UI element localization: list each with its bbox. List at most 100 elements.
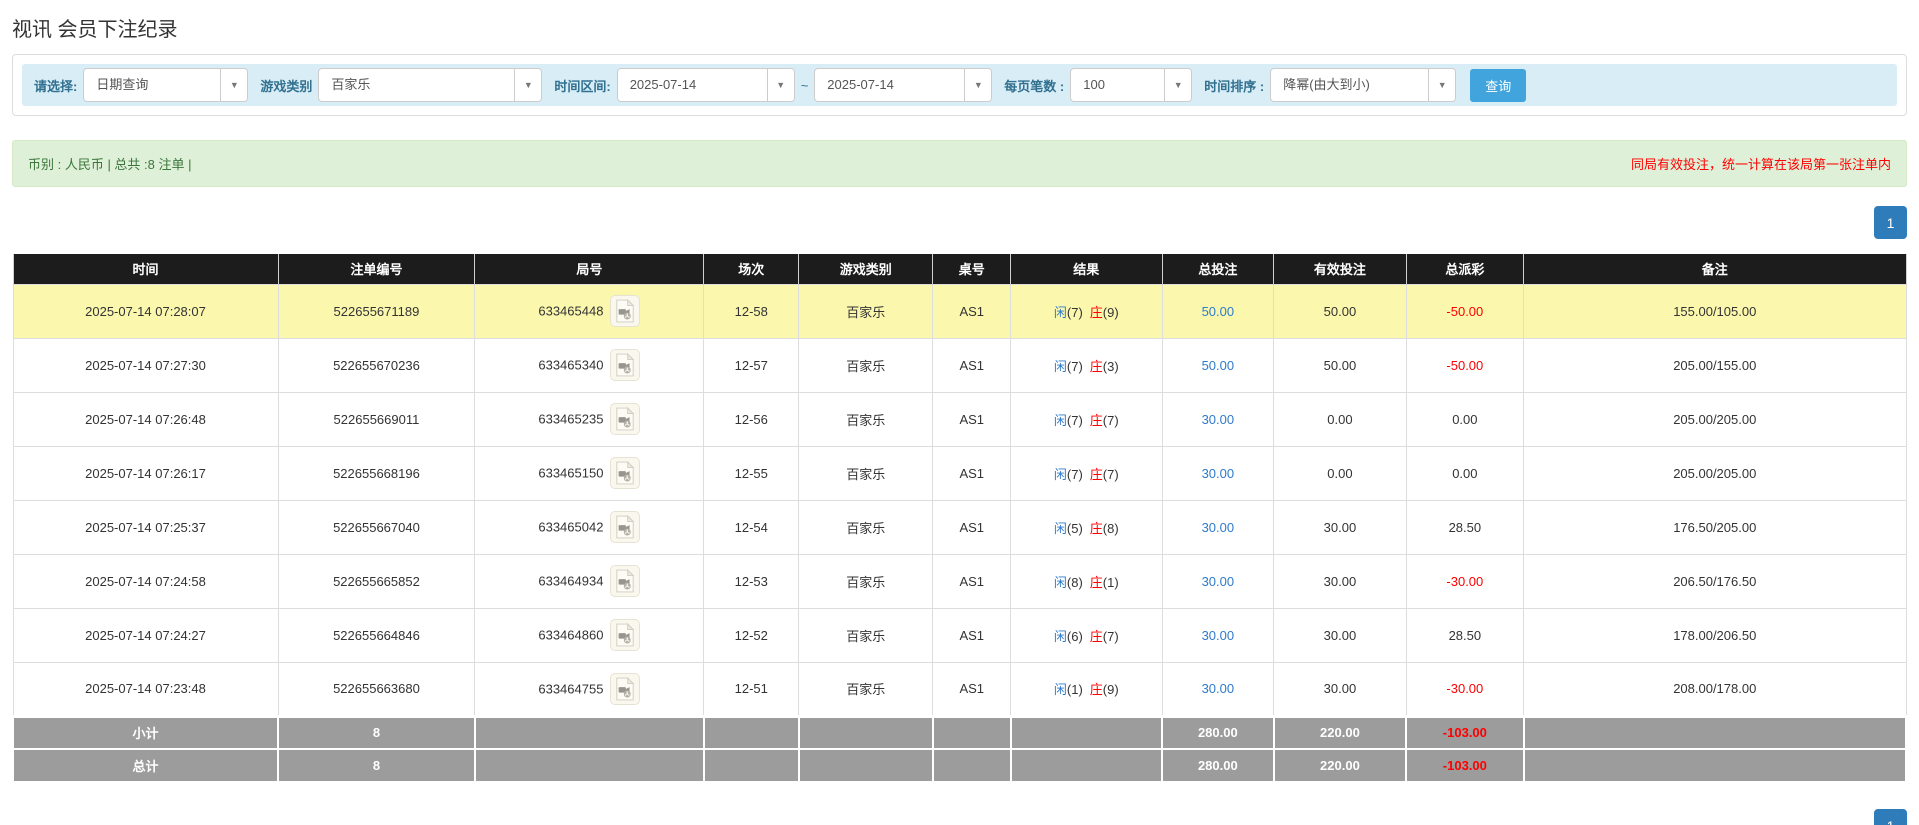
cell-total-bet: 30.00 xyxy=(1162,662,1274,716)
search-button[interactable]: 查询 xyxy=(1470,69,1526,102)
col-time: 时间 xyxy=(13,254,278,284)
table-body: 2025-07-14 07:28:07 522655671189 6334654… xyxy=(13,284,1906,716)
table-row: 2025-07-14 07:25:37 522655667040 6334650… xyxy=(13,500,1906,554)
chevron-down-icon: ▼ xyxy=(1428,69,1455,101)
pagination-top: 1 xyxy=(12,206,1907,239)
bet-records-table: 时间 注单编号 局号 场次 游戏类别 桌号 结果 总投注 有效投注 总派彩 备注… xyxy=(12,254,1907,783)
sort-order-value: 降幂(由大到小) xyxy=(1271,69,1428,101)
cell-time: 2025-07-14 07:23:48 xyxy=(13,662,278,716)
time-range-label: 时间区间: xyxy=(554,76,610,95)
total-bet-link[interactable]: 50.00 xyxy=(1202,358,1235,373)
total-payout: -103.00 xyxy=(1406,749,1523,782)
cell-total-bet: 50.00 xyxy=(1162,338,1274,392)
total-bet-link[interactable]: 30.00 xyxy=(1202,574,1235,589)
video-file-icon[interactable] xyxy=(610,511,640,543)
cell-total-bet: 30.00 xyxy=(1162,554,1274,608)
subtotal-payout: -103.00 xyxy=(1406,716,1523,749)
cell-bet-id: 522655667040 xyxy=(278,500,475,554)
chevron-down-icon: ▼ xyxy=(514,69,541,101)
video-file-icon[interactable] xyxy=(610,349,640,381)
date-from-select[interactable]: 2025-07-14 ▼ xyxy=(617,68,795,102)
table-row: 2025-07-14 07:28:07 522655671189 6334654… xyxy=(13,284,1906,338)
filter-bar: 请选择: 日期查询 ▼ 游戏类别 百家乐 ▼ 时间区间: 2025-07-14 … xyxy=(22,64,1897,106)
query-type-select[interactable]: 日期查询 ▼ xyxy=(83,68,248,102)
cell-result: 闲(7)庄(9) xyxy=(1011,284,1162,338)
col-round-id: 局号 xyxy=(475,254,704,284)
cell-bet-id: 522655665852 xyxy=(278,554,475,608)
total-total-bet: 280.00 xyxy=(1162,749,1274,782)
total-bet-link[interactable]: 30.00 xyxy=(1202,628,1235,643)
cell-session: 12-58 xyxy=(704,284,799,338)
total-bet-link[interactable]: 30.00 xyxy=(1202,520,1235,535)
cell-table-no: AS1 xyxy=(933,662,1011,716)
total-valid-bet: 220.00 xyxy=(1274,749,1407,782)
video-file-icon[interactable] xyxy=(610,565,640,597)
col-payout: 总派彩 xyxy=(1406,254,1523,284)
cell-remark: 208.00/178.00 xyxy=(1524,662,1906,716)
video-file-icon[interactable] xyxy=(610,457,640,489)
total-bet-link[interactable]: 30.00 xyxy=(1202,412,1235,427)
video-file-icon[interactable] xyxy=(610,403,640,435)
cell-result: 闲(7)庄(3) xyxy=(1011,338,1162,392)
subtotal-total-bet: 280.00 xyxy=(1162,716,1274,749)
cell-session: 12-56 xyxy=(704,392,799,446)
col-remark: 备注 xyxy=(1524,254,1906,284)
page-1-button[interactable]: 1 xyxy=(1874,206,1907,239)
total-bet-link[interactable]: 30.00 xyxy=(1202,681,1235,696)
total-row: 总计 8 280.00 220.00 -103.00 xyxy=(13,749,1906,782)
cell-round-id: 633465340 xyxy=(475,338,704,392)
cell-session: 12-51 xyxy=(704,662,799,716)
cell-remark: 178.00/206.50 xyxy=(1524,608,1906,662)
video-file-icon[interactable] xyxy=(610,619,640,651)
cell-session: 12-53 xyxy=(704,554,799,608)
game-type-label: 游戏类别 xyxy=(260,76,312,95)
result-player: 闲 xyxy=(1054,629,1067,644)
chevron-down-icon: ▼ xyxy=(1164,69,1191,101)
filter-panel: 请选择: 日期查询 ▼ 游戏类别 百家乐 ▼ 时间区间: 2025-07-14 … xyxy=(12,54,1907,116)
table-row: 2025-07-14 07:27:30 522655670236 6334653… xyxy=(13,338,1906,392)
pagination-bottom: 1 xyxy=(12,809,1907,825)
result-player: 闲 xyxy=(1054,521,1067,536)
cell-payout: -30.00 xyxy=(1406,554,1523,608)
col-total-bet: 总投注 xyxy=(1162,254,1274,284)
col-valid-bet: 有效投注 xyxy=(1274,254,1407,284)
table-row: 2025-07-14 07:23:48 522655663680 6334647… xyxy=(13,662,1906,716)
col-game-type: 游戏类别 xyxy=(799,254,933,284)
date-to-select[interactable]: 2025-07-14 ▼ xyxy=(814,68,992,102)
sort-order-label: 时间排序 : xyxy=(1204,76,1264,95)
sort-order-select[interactable]: 降幂(由大到小) ▼ xyxy=(1270,68,1456,102)
cell-valid-bet: 0.00 xyxy=(1274,446,1407,500)
cell-session: 12-54 xyxy=(704,500,799,554)
col-session: 场次 xyxy=(704,254,799,284)
video-file-icon[interactable] xyxy=(610,295,640,327)
chevron-down-icon: ▼ xyxy=(964,69,991,101)
video-file-icon[interactable] xyxy=(610,673,640,705)
cell-table-no: AS1 xyxy=(933,392,1011,446)
cell-valid-bet: 0.00 xyxy=(1274,392,1407,446)
chevron-down-icon: ▼ xyxy=(767,69,794,101)
cell-remark: 155.00/105.00 xyxy=(1524,284,1906,338)
summary-notice: 同局有效投注，统一计算在该局第一张注单内 xyxy=(1631,154,1891,173)
cell-table-no: AS1 xyxy=(933,446,1011,500)
cell-valid-bet: 30.00 xyxy=(1274,554,1407,608)
cell-remark: 176.50/205.00 xyxy=(1524,500,1906,554)
cell-payout: 0.00 xyxy=(1406,446,1523,500)
page-size-select[interactable]: 100 ▼ xyxy=(1070,68,1192,102)
cell-result: 闲(7)庄(7) xyxy=(1011,446,1162,500)
summary-currency-count: 币别 : 人民币 | 总共 :8 注单 | xyxy=(28,154,192,173)
cell-valid-bet: 30.00 xyxy=(1274,608,1407,662)
game-type-select[interactable]: 百家乐 ▼ xyxy=(318,68,542,102)
cell-game-type: 百家乐 xyxy=(799,500,933,554)
col-bet-id: 注单编号 xyxy=(278,254,475,284)
cell-time: 2025-07-14 07:27:30 xyxy=(13,338,278,392)
page-1-button-bottom[interactable]: 1 xyxy=(1874,809,1907,825)
chevron-down-icon: ▼ xyxy=(220,69,247,101)
cell-round-id: 633464755 xyxy=(475,662,704,716)
result-banker: 庄 xyxy=(1090,575,1103,590)
total-label: 总计 xyxy=(13,749,278,782)
cell-game-type: 百家乐 xyxy=(799,662,933,716)
cell-result: 闲(6)庄(7) xyxy=(1011,608,1162,662)
total-bet-link[interactable]: 50.00 xyxy=(1202,304,1235,319)
total-bet-link[interactable]: 30.00 xyxy=(1202,466,1235,481)
table-row: 2025-07-14 07:26:48 522655669011 6334652… xyxy=(13,392,1906,446)
